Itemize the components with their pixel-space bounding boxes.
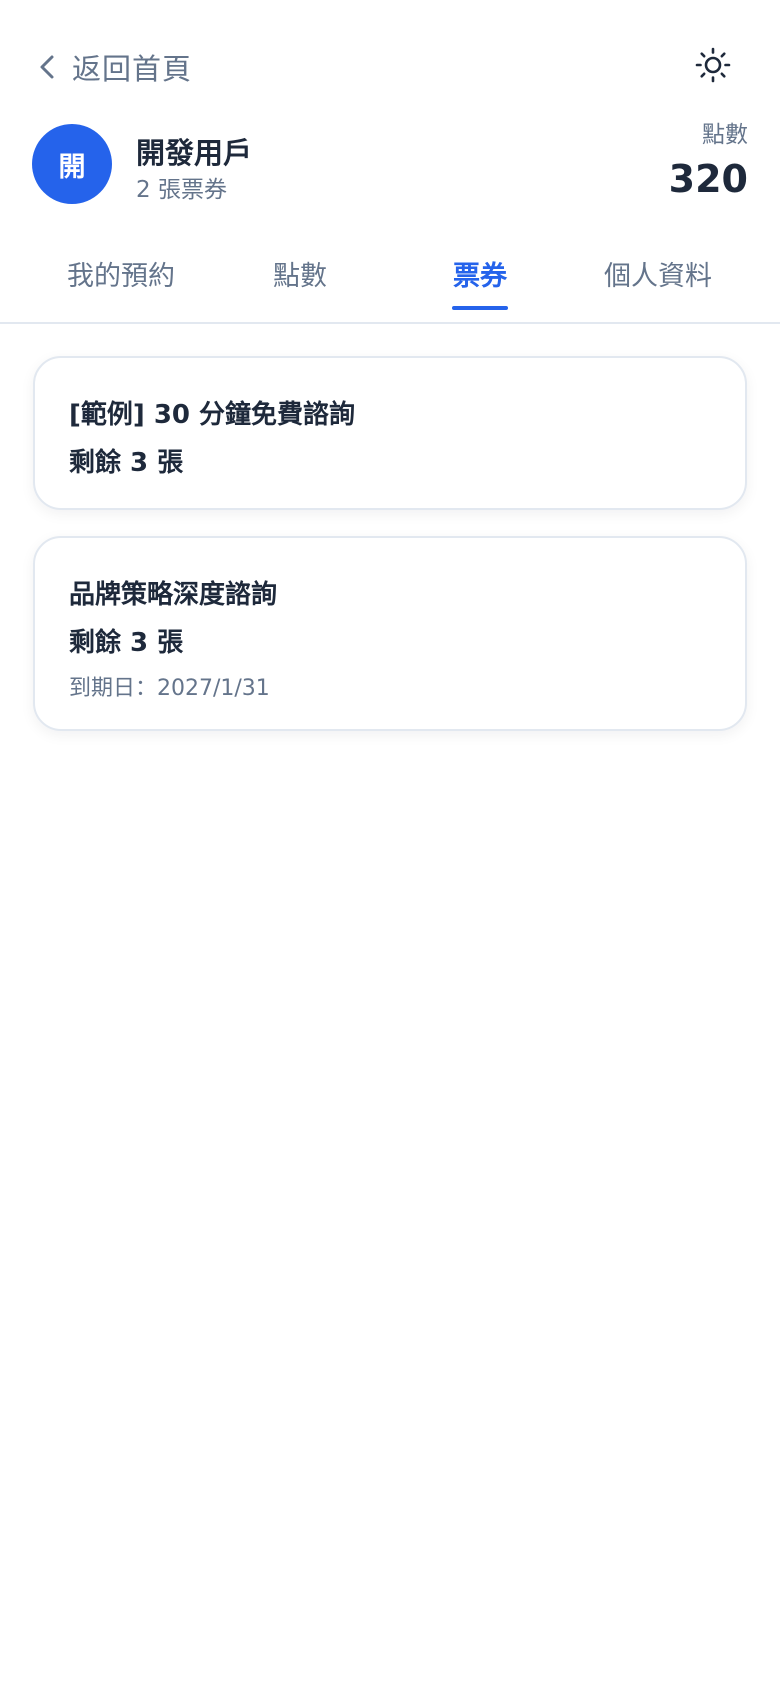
sun-icon <box>695 47 731 87</box>
back-to-home-link[interactable]: 返回首頁 <box>36 46 192 88</box>
tab-my-bookings[interactable]: 我的預約 <box>67 254 175 293</box>
avatar: 開 <box>32 124 112 204</box>
active-tab-indicator <box>452 306 508 310</box>
theme-toggle-button[interactable] <box>690 44 736 90</box>
ticket-title: [範例] 30 分鐘免費諮詢 <box>69 400 356 430</box>
ticket-count: 2 張票券 <box>136 177 227 203</box>
ticket-remaining: 剩餘 3 張 <box>69 628 184 658</box>
tab-tickets[interactable]: 票券 <box>453 254 507 293</box>
chevron-left-icon <box>36 52 58 82</box>
ticket-card[interactable]: 品牌策略深度諮詢 剩餘 3 張 到期日：2027/1/31 <box>33 536 747 731</box>
ticket-card[interactable]: [範例] 30 分鐘免費諮詢 剩餘 3 張 <box>33 356 747 510</box>
ticket-title: 品牌策略深度諮詢 <box>69 580 278 610</box>
back-link-label: 返回首頁 <box>72 52 193 86</box>
page: 返回首頁 開 開發用戶 2 張票券 點數 320 我的預約 點數 票券 個人資料… <box>0 0 780 1688</box>
top-bar: 返回首頁 <box>0 0 780 140</box>
points-label: 點數 <box>702 122 748 148</box>
ticket-remaining: 剩餘 3 張 <box>69 448 184 478</box>
tab-bar: 我的預約 點數 票券 個人資料 <box>0 244 780 324</box>
tab-profile[interactable]: 個人資料 <box>604 254 712 293</box>
points-summary: 點數 320 <box>669 120 748 204</box>
profile-summary: 開 開發用戶 2 張票券 點數 320 <box>32 122 748 206</box>
ticket-expiry-date: 到期日：2027/1/31 <box>69 676 270 701</box>
points-value: 320 <box>668 157 748 201</box>
user-name: 開發用戶 <box>136 136 253 170</box>
tab-points[interactable]: 點數 <box>273 254 327 293</box>
